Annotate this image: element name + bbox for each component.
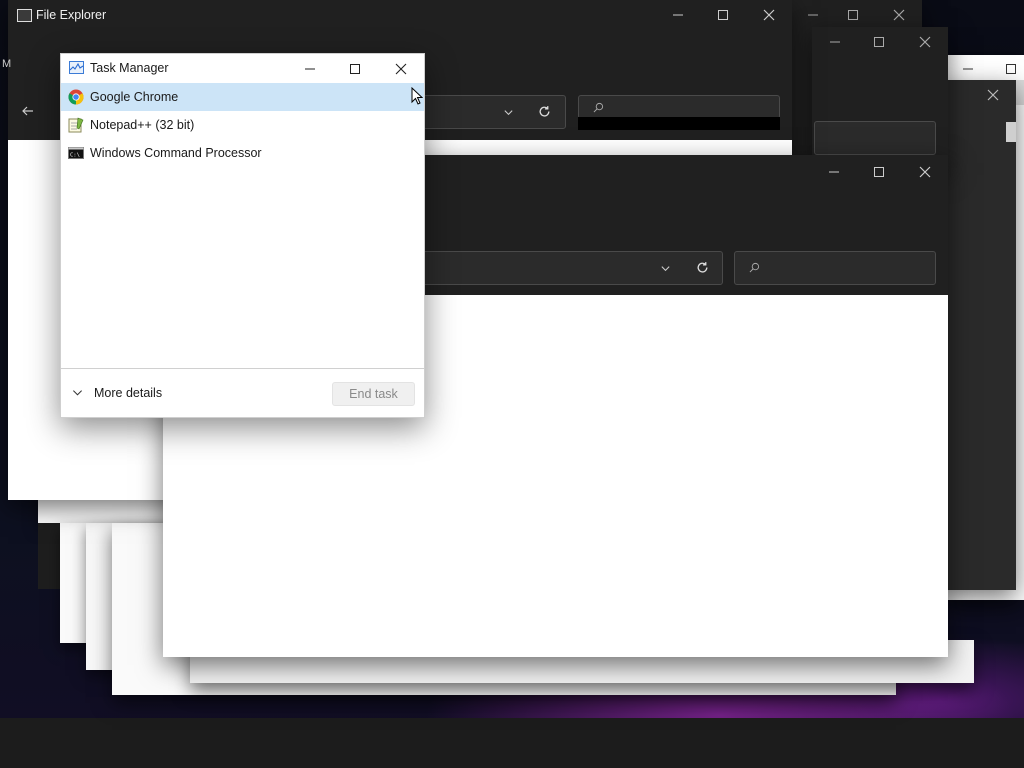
maximize-icon[interactable] — [830, 0, 876, 30]
search-box[interactable] — [814, 121, 936, 155]
app-icon — [17, 9, 32, 22]
process-name: Windows Command Processor — [90, 146, 262, 160]
maximize-icon[interactable] — [998, 55, 1024, 83]
stacked-window-edge — [38, 523, 60, 589]
close-icon[interactable] — [746, 0, 792, 30]
refresh-icon[interactable] — [538, 105, 551, 118]
chevron-down-icon[interactable] — [72, 387, 83, 398]
close-icon[interactable] — [902, 27, 948, 57]
task-manager-footer: More details End task — [61, 368, 424, 418]
maximize-icon[interactable] — [856, 27, 902, 57]
task-manager-icon — [69, 61, 84, 74]
svg-text:C:\: C:\ — [70, 153, 80, 159]
minimize-icon[interactable] — [811, 157, 857, 187]
window-title: Task Manager — [90, 61, 169, 75]
maximize-icon[interactable] — [332, 54, 378, 84]
end-task-button[interactable]: End task — [332, 382, 415, 406]
address-bar[interactable] — [418, 95, 566, 129]
cmd-icon: C:\ — [68, 147, 84, 159]
chevron-down-icon[interactable] — [503, 107, 514, 118]
background-window-right-2 — [812, 27, 948, 167]
more-details-link[interactable]: More details — [94, 386, 162, 400]
notepadpp-icon — [68, 117, 84, 133]
refresh-icon[interactable] — [696, 261, 709, 274]
minimize-icon[interactable] — [287, 54, 333, 84]
process-name: Notepad++ (32 bit) — [90, 118, 195, 132]
search-box-dark-strip — [578, 117, 780, 130]
close-icon[interactable] — [970, 80, 1016, 110]
search-box[interactable] — [578, 95, 780, 119]
minimize-icon[interactable] — [655, 0, 701, 30]
back-arrow-icon[interactable] — [8, 96, 48, 126]
search-icon — [593, 102, 604, 113]
background-window-right-dark — [940, 80, 1016, 590]
chrome-icon — [68, 89, 84, 105]
search-icon — [749, 262, 760, 273]
close-icon[interactable] — [378, 54, 424, 84]
process-name: Google Chrome — [90, 90, 179, 104]
maximize-icon[interactable] — [700, 0, 746, 30]
close-icon[interactable] — [902, 157, 948, 187]
search-box[interactable] — [734, 251, 936, 285]
process-row[interactable]: Google Chrome — [61, 83, 424, 111]
maximize-icon[interactable] — [856, 157, 902, 187]
task-manager-window: Task Manager Google Chrome Notepad++ (32… — [60, 53, 425, 418]
close-icon[interactable] — [876, 0, 922, 30]
taskbar — [0, 718, 1024, 768]
mouse-cursor-icon — [411, 87, 423, 105]
address-bar[interactable] — [418, 251, 723, 285]
chevron-down-icon[interactable] — [660, 263, 671, 274]
partial-label: M — [2, 58, 12, 70]
process-row[interactable]: C:\ Windows Command Processor — [61, 139, 424, 167]
minimize-icon[interactable] — [812, 27, 858, 57]
process-row[interactable]: Notepad++ (32 bit) — [61, 111, 424, 139]
window-title: File Explorer — [36, 8, 107, 22]
minimize-icon[interactable] — [945, 55, 991, 83]
